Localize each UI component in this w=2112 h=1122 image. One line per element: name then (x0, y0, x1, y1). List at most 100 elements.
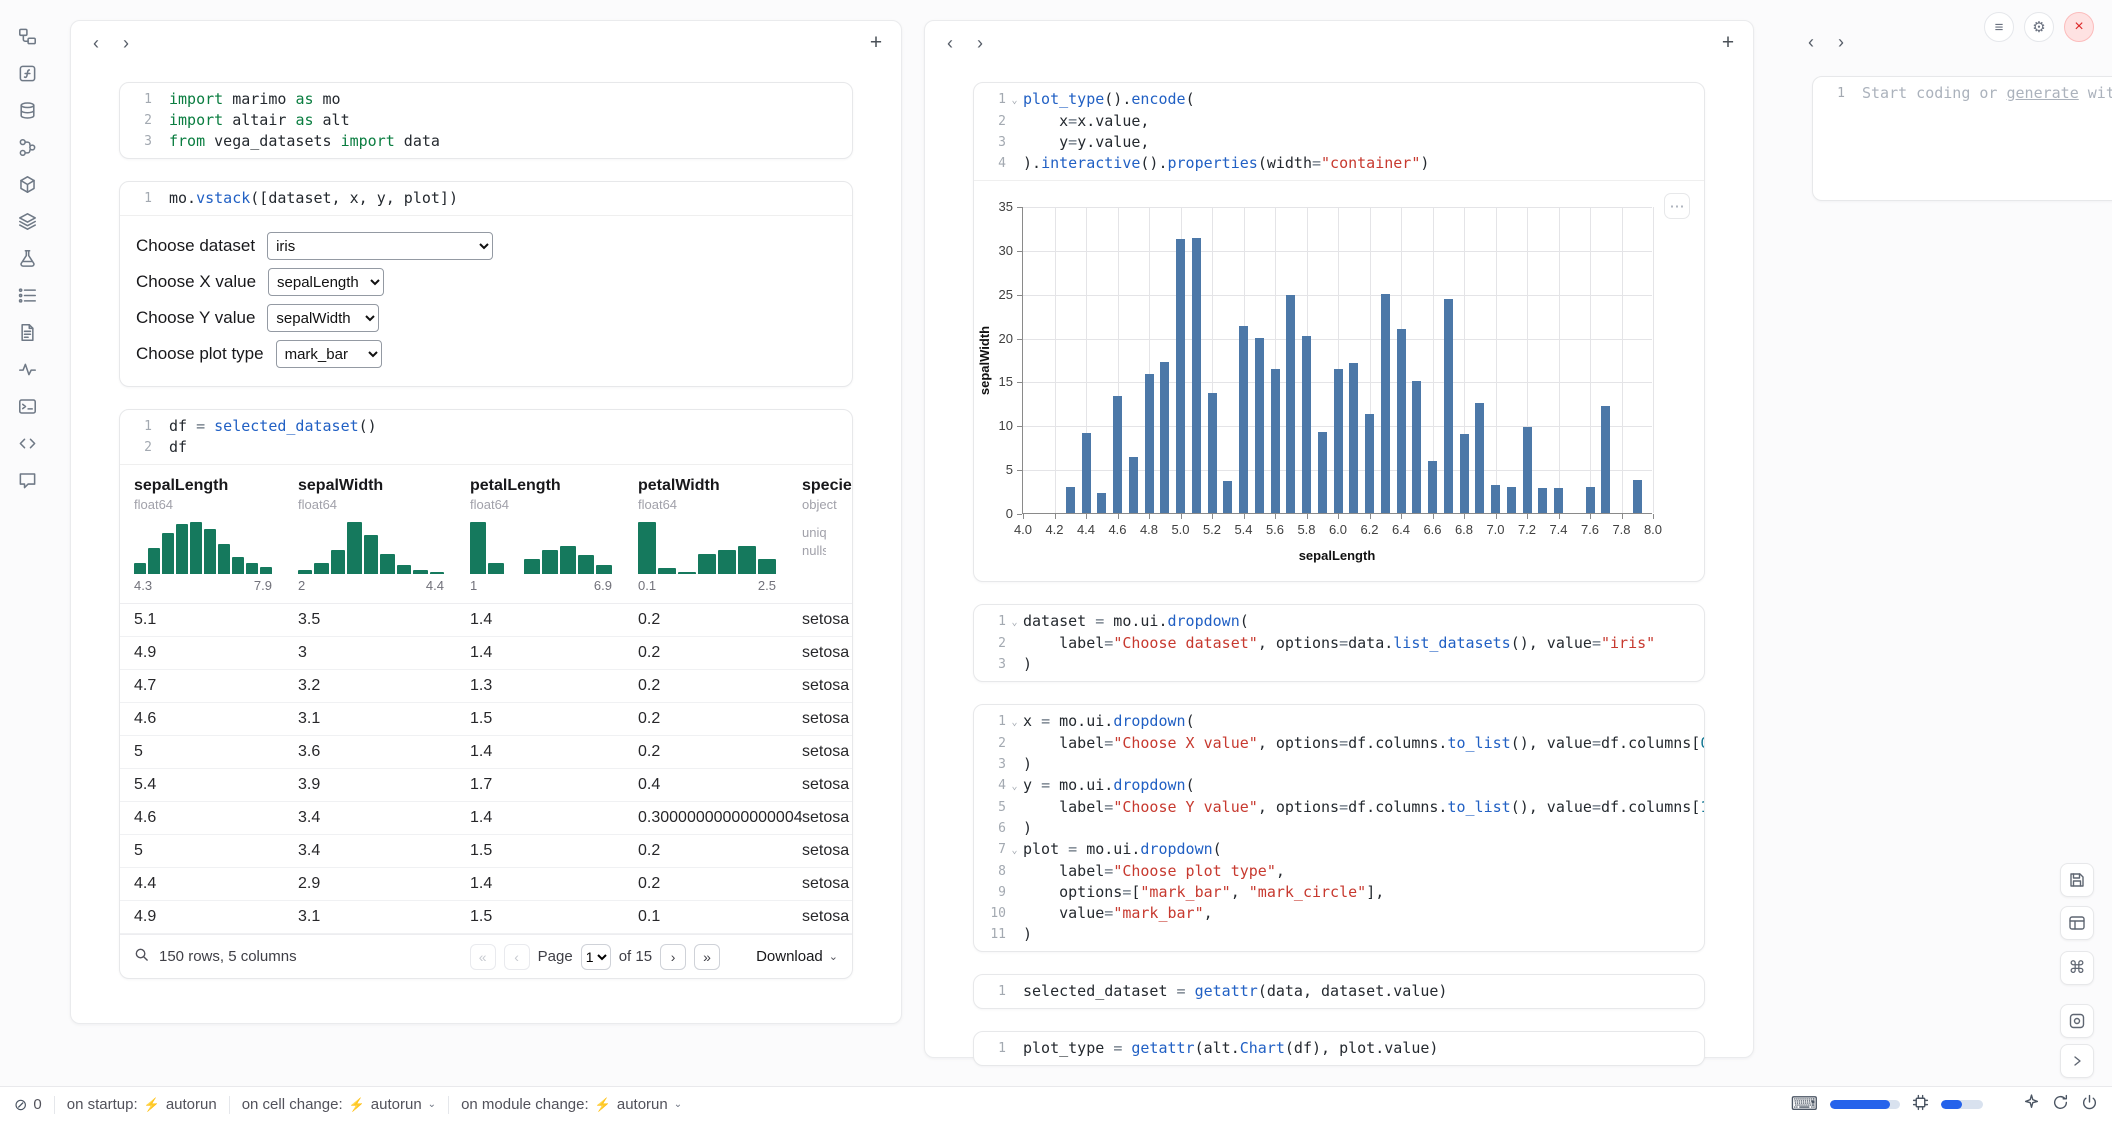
data-sources-icon[interactable] (12, 98, 42, 122)
dataset-dropdown[interactable]: iris (267, 232, 493, 260)
next-page-button[interactable]: › (660, 944, 686, 970)
table-row[interactable]: 4.931.40.2setosa (120, 637, 852, 670)
prev-page-button[interactable]: ‹ (504, 944, 530, 970)
variables-icon[interactable] (12, 61, 42, 85)
code-line[interactable]: 3 y=y.value, (980, 132, 1692, 153)
code-line[interactable]: 9 options=["mark_bar", "mark_circle"], (980, 882, 1692, 903)
column-header[interactable]: sepalLengthfloat64 (134, 477, 298, 512)
fold-chevron-icon[interactable]: ⌄ (1006, 775, 1023, 797)
restart-icon[interactable] (2052, 1094, 2069, 1115)
table-row[interactable]: 5.13.51.40.2setosa (120, 604, 852, 637)
table-row[interactable]: 53.61.40.2setosa (120, 736, 852, 769)
logs-icon[interactable] (12, 320, 42, 344)
code-cell-plot-type[interactable]: 1plot_type = getattr(alt.Chart(df), plot… (973, 1031, 1705, 1066)
column-header[interactable]: petalLengthfloat64 (470, 477, 638, 512)
ai-sparkle-icon[interactable] (2023, 1094, 2040, 1115)
code-cell-selected-dataset[interactable]: 1selected_dataset = getattr(data, datase… (973, 974, 1705, 1009)
tracing-icon[interactable] (12, 357, 42, 381)
code-line[interactable]: 3) (980, 654, 1692, 675)
code-line[interactable]: 7⌄plot = mo.ui.dropdown( (980, 839, 1692, 861)
table-row[interactable]: 4.73.21.30.2setosa (120, 670, 852, 703)
status-setting[interactable]: on module change:⚡autorun⌄ (461, 1096, 682, 1113)
code-line[interactable]: 2 label="Choose X value", options=df.col… (980, 733, 1692, 754)
code-line[interactable]: 2 label="Choose dataset", options=data.l… (980, 633, 1692, 654)
empty-code-cell[interactable]: 1 Start coding or generate with AI (1812, 76, 2112, 201)
cell-actions-button[interactable]: ⋯ (1664, 193, 1690, 219)
table-row[interactable]: 4.63.11.50.2setosa (120, 703, 852, 736)
column-header[interactable]: petalWidthfloat64 (638, 477, 802, 512)
status-setting[interactable]: on startup:⚡autorun (67, 1096, 217, 1113)
table-row[interactable]: 4.42.91.40.2setosa (120, 868, 852, 901)
documentation-icon[interactable] (12, 209, 42, 233)
close-icon[interactable]: × (2064, 12, 2094, 42)
code-line[interactable]: 1⌄plot_type().encode( (980, 89, 1692, 111)
code-line[interactable]: 10 value="mark_bar", (980, 903, 1692, 924)
code-line[interactable]: 11) (980, 924, 1692, 945)
code-cell-vstack[interactable]: 1mo.vstack([dataset, x, y, plot]) Choose… (119, 181, 853, 387)
column-header[interactable]: sepalWidthfloat64 (298, 477, 470, 512)
keyboard-icon[interactable]: ⌨ (1791, 1093, 1818, 1116)
column-collapse-left-button[interactable]: ‹ (1798, 29, 1824, 55)
packages-icon[interactable] (12, 172, 42, 196)
add-cell-button[interactable]: + (863, 30, 889, 56)
power-icon[interactable] (2081, 1094, 2098, 1115)
error-indicator[interactable]: ⊘ 0 (14, 1095, 42, 1115)
column-collapse-left-button[interactable]: ‹ (83, 30, 109, 56)
table-row[interactable]: 5.43.91.70.4setosa (120, 769, 852, 802)
code-line[interactable]: 5 label="Choose Y value", options=df.col… (980, 797, 1692, 818)
settings-gear-icon[interactable]: ⚙ (2024, 12, 2054, 42)
command-palette-button[interactable]: ⌘ (2060, 951, 2094, 985)
code-cell-dataframe[interactable]: 1df = selected_dataset()2df sepalLengthf… (119, 409, 853, 979)
column-header[interactable]: speciesobject (802, 477, 852, 512)
last-page-button[interactable]: » (694, 944, 720, 970)
app-view-button[interactable] (2060, 1004, 2094, 1038)
menu-icon[interactable]: ≡ (1984, 12, 2014, 42)
y-dropdown[interactable]: sepalWidth (267, 304, 379, 332)
fold-chevron-icon[interactable]: ⌄ (1006, 611, 1023, 633)
column-collapse-right-button[interactable]: › (967, 30, 993, 56)
layout-toggle-button[interactable] (2060, 906, 2094, 940)
code-line[interactable]: 2df (126, 437, 840, 458)
file-explorer-icon[interactable] (12, 24, 42, 48)
table-row[interactable]: 4.93.11.50.1setosa (120, 901, 852, 934)
code-line[interactable]: 1import marimo as mo (126, 89, 840, 110)
fold-chevron-icon[interactable]: ⌄ (1006, 89, 1023, 111)
code-line[interactable]: 6) (980, 818, 1692, 839)
column-collapse-right-button[interactable]: › (1828, 29, 1854, 55)
dependency-graph-icon[interactable] (12, 135, 42, 159)
chat-icon[interactable] (12, 468, 42, 492)
code-line[interactable]: 1⌄x = mo.ui.dropdown( (980, 711, 1692, 733)
scratchpad-icon[interactable] (12, 246, 42, 270)
download-button[interactable]: Download ⌄ (756, 948, 838, 965)
first-page-button[interactable]: « (470, 944, 496, 970)
search-icon[interactable] (134, 947, 149, 966)
terminal-icon[interactable] (12, 394, 42, 418)
code-line[interactable]: 1plot_type = getattr(alt.Chart(df), plot… (980, 1038, 1692, 1059)
code-cell-xy-dropdowns[interactable]: 1⌄x = mo.ui.dropdown(2 label="Choose X v… (973, 704, 1705, 952)
run-all-button[interactable] (2060, 1044, 2094, 1078)
code-line[interactable]: 2 x=x.value, (980, 111, 1692, 132)
code-line[interactable]: 1mo.vstack([dataset, x, y, plot]) (126, 188, 840, 209)
code-line[interactable]: 1⌄dataset = mo.ui.dropdown( (980, 611, 1692, 633)
code-cell-imports[interactable]: 1import marimo as mo2import altair as al… (119, 82, 853, 159)
code-cell-plot[interactable]: 1⌄plot_type().encode(2 x=x.value,3 y=y.v… (973, 82, 1705, 582)
code-line[interactable]: 2import altair as alt (126, 110, 840, 131)
plot-area[interactable]: sepalWidth 051015202530354.04.24.44.64.8… (1022, 207, 1652, 514)
code-line[interactable]: 1selected_dataset = getattr(data, datase… (980, 981, 1692, 1002)
code-line[interactable]: 3from vega_datasets import data (126, 131, 840, 152)
add-cell-button[interactable]: + (1715, 30, 1741, 56)
table-row[interactable]: 4.63.41.40.30000000000000004setosa (120, 802, 852, 835)
plot-type-dropdown[interactable]: mark_bar (276, 340, 382, 368)
code-placeholder[interactable]: Start coding or generate with AI (1862, 83, 2112, 104)
code-line[interactable]: 8 label="Choose plot type", (980, 861, 1692, 882)
code-line[interactable]: 4).interactive().properties(width="conta… (980, 153, 1692, 174)
fold-chevron-icon[interactable]: ⌄ (1006, 839, 1023, 861)
code-line[interactable]: 4⌄y = mo.ui.dropdown( (980, 775, 1692, 797)
column-collapse-right-button[interactable]: › (113, 30, 139, 56)
save-button[interactable] (2060, 863, 2094, 897)
generate-with-ai-link[interactable]: generate (2007, 84, 2079, 102)
column-collapse-left-button[interactable]: ‹ (937, 30, 963, 56)
x-dropdown[interactable]: sepalLength (268, 268, 384, 296)
code-line[interactable]: 1df = selected_dataset() (126, 416, 840, 437)
page-select[interactable]: 1 (581, 944, 611, 970)
